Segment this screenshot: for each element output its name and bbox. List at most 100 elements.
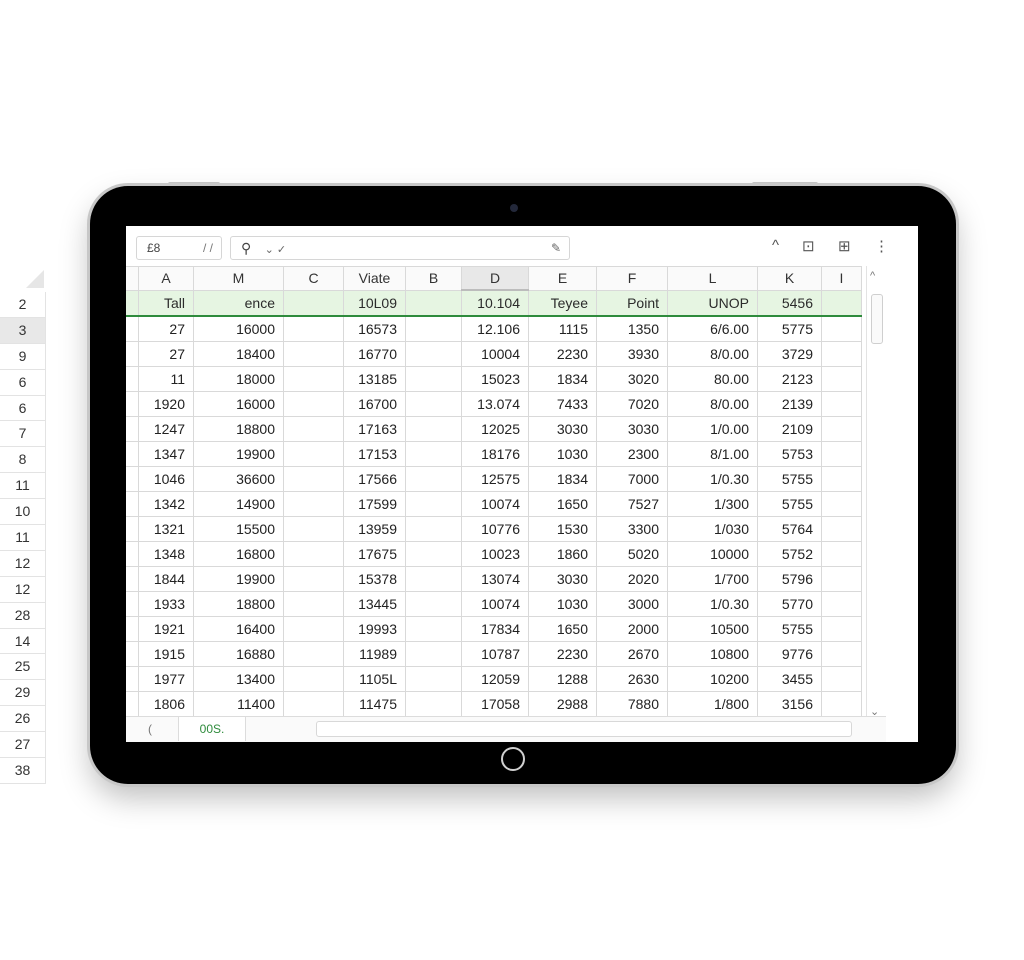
table-cell[interactable]: 12059	[461, 666, 529, 692]
table-cell[interactable]: 2000	[596, 616, 668, 642]
row-gutter[interactable]	[126, 341, 139, 367]
table-cell[interactable]	[821, 416, 862, 442]
table-cell[interactable]: 1650	[528, 491, 597, 517]
table-cell[interactable]: 2300	[596, 441, 668, 467]
table-cell[interactable]: 5755	[757, 491, 822, 517]
column-header[interactable]: D	[461, 266, 529, 291]
table-cell[interactable]: 10787	[461, 641, 529, 667]
table-cell[interactable]	[405, 491, 462, 517]
table-cell[interactable]: 18176	[461, 441, 529, 467]
table-cell[interactable]	[283, 416, 344, 442]
table-cell[interactable]	[405, 641, 462, 667]
header-cell[interactable]: UNOP	[667, 289, 758, 317]
table-cell[interactable]: 1/800	[667, 691, 758, 717]
table-cell[interactable]	[821, 315, 862, 342]
table-cell[interactable]: 18000	[193, 366, 284, 392]
table-cell[interactable]: 15378	[343, 566, 406, 592]
table-cell[interactable]: 1321	[138, 516, 194, 542]
table-cell[interactable]: 13185	[343, 366, 406, 392]
table-cell[interactable]: 5796	[757, 566, 822, 592]
row-gutter[interactable]	[126, 441, 139, 467]
table-cell[interactable]: 5020	[596, 541, 668, 567]
table-cell[interactable]: 1844	[138, 566, 194, 592]
formula-dropdown-check[interactable]: ⌄ ✓	[265, 244, 287, 256]
table-cell[interactable]: 16573	[343, 315, 406, 342]
row-number[interactable]: 7	[0, 421, 46, 448]
row-gutter[interactable]	[126, 416, 139, 442]
table-cell[interactable]	[821, 566, 862, 592]
table-cell[interactable]: 7020	[596, 391, 668, 417]
table-cell[interactable]: 1046	[138, 466, 194, 492]
table-cell[interactable]	[283, 566, 344, 592]
column-header[interactable]: F	[596, 266, 668, 291]
table-cell[interactable]: 7000	[596, 466, 668, 492]
table-cell[interactable]: 16400	[193, 616, 284, 642]
table-cell[interactable]: 15500	[193, 516, 284, 542]
row-gutter[interactable]	[126, 541, 139, 567]
header-cell[interactable]	[821, 289, 862, 317]
table-cell[interactable]: 12025	[461, 416, 529, 442]
table-cell[interactable]: 1/030	[667, 516, 758, 542]
row-number[interactable]: 6	[0, 395, 46, 422]
table-cell[interactable]: 17675	[343, 541, 406, 567]
row-gutter[interactable]	[126, 691, 139, 717]
table-cell[interactable]: 1350	[596, 315, 668, 342]
edit-icon[interactable]: ✎	[551, 237, 561, 259]
row-number[interactable]: 26	[0, 706, 46, 733]
table-cell[interactable]	[283, 315, 344, 342]
table-cell[interactable]: 2988	[528, 691, 597, 717]
table-cell[interactable]: 1933	[138, 591, 194, 617]
table-cell[interactable]: 6/6.00	[667, 315, 758, 342]
table-cell[interactable]: 7880	[596, 691, 668, 717]
table-cell[interactable]	[821, 591, 862, 617]
table-cell[interactable]: 16700	[343, 391, 406, 417]
row-number[interactable]: 6	[0, 369, 46, 396]
row-gutter[interactable]	[126, 616, 139, 642]
table-cell[interactable]: 1915	[138, 641, 194, 667]
table-cell[interactable]: 5770	[757, 591, 822, 617]
table-cell[interactable]	[283, 516, 344, 542]
table-cell[interactable]: 2670	[596, 641, 668, 667]
table-cell[interactable]: 7527	[596, 491, 668, 517]
table-cell[interactable]: 10023	[461, 541, 529, 567]
row-gutter[interactable]	[126, 641, 139, 667]
row-number[interactable]: 28	[0, 602, 46, 629]
row-number[interactable]: 38	[0, 758, 46, 784]
table-cell[interactable]	[283, 366, 344, 392]
table-cell[interactable]	[405, 366, 462, 392]
row-gutter[interactable]	[126, 516, 139, 542]
table-cell[interactable]: 1977	[138, 666, 194, 692]
table-cell[interactable]: 10776	[461, 516, 529, 542]
table-cell[interactable]	[405, 416, 462, 442]
table-cell[interactable]: 10200	[667, 666, 758, 692]
row-gutter[interactable]	[126, 266, 139, 291]
table-cell[interactable]	[405, 441, 462, 467]
sheet-tab[interactable]: 00S.	[178, 717, 246, 741]
header-cell[interactable]: Point	[596, 289, 668, 317]
row-gutter[interactable]	[126, 566, 139, 592]
select-all-corner[interactable]	[26, 270, 44, 288]
search-icon[interactable]: ⚲	[241, 240, 251, 256]
table-cell[interactable]: 1105L	[343, 666, 406, 692]
table-cell[interactable]: 1115	[528, 315, 597, 342]
table-cell[interactable]	[821, 366, 862, 392]
table-cell[interactable]: 3455	[757, 666, 822, 692]
row-gutter[interactable]	[126, 391, 139, 417]
row-number[interactable]: 29	[0, 680, 46, 707]
name-box[interactable]: £8 / /	[136, 236, 222, 260]
table-cell[interactable]: 3020	[596, 366, 668, 392]
table-cell[interactable]	[283, 666, 344, 692]
table-cell[interactable]: 14900	[193, 491, 284, 517]
table-cell[interactable]	[821, 616, 862, 642]
vertical-scrollbar[interactable]: ^ ⌄	[866, 266, 885, 718]
table-cell[interactable]: 1650	[528, 616, 597, 642]
table-cell[interactable]: 2230	[528, 641, 597, 667]
table-cell[interactable]	[821, 691, 862, 717]
table-cell[interactable]: 8/1.00	[667, 441, 758, 467]
header-cell[interactable]: Teyee	[528, 289, 597, 317]
table-cell[interactable]: 9776	[757, 641, 822, 667]
table-cell[interactable]: 1806	[138, 691, 194, 717]
table-cell[interactable]	[283, 691, 344, 717]
collapse-icon[interactable]: ^	[772, 237, 779, 254]
table-cell[interactable]	[283, 466, 344, 492]
